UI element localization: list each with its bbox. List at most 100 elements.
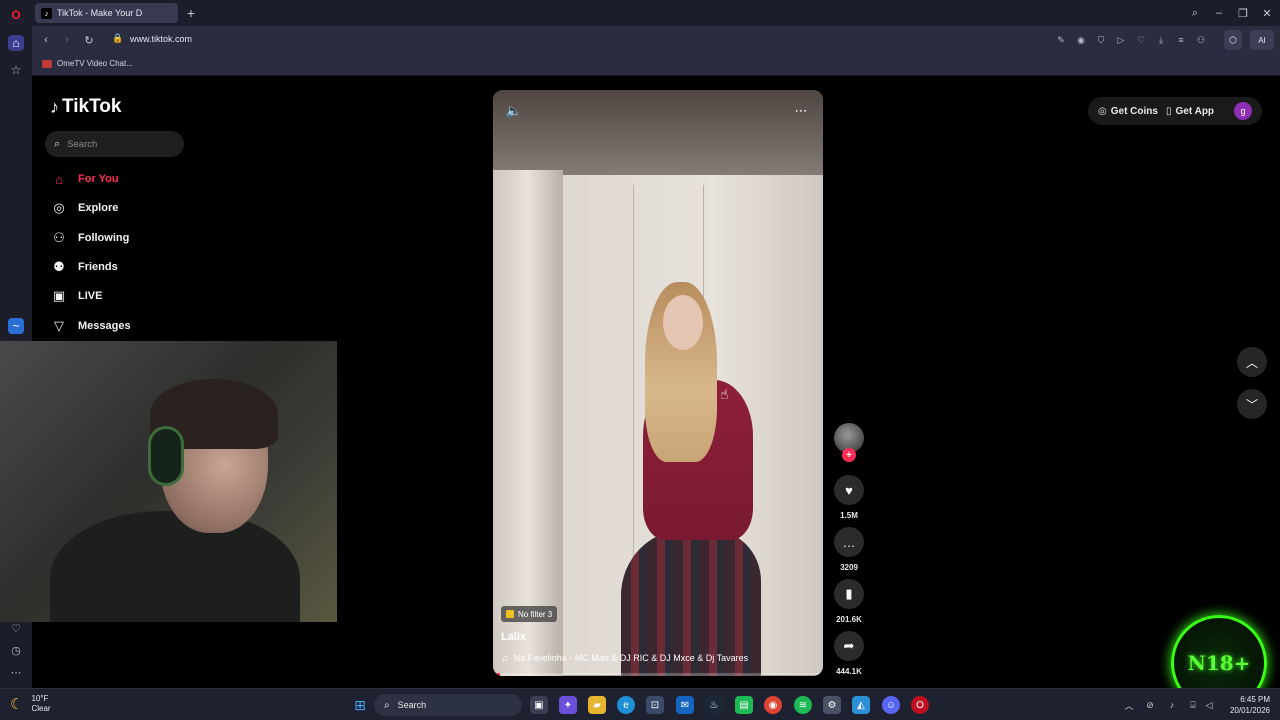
coin-icon: ◎	[1098, 105, 1107, 117]
microphone-icon[interactable]: ♪	[1165, 698, 1179, 712]
file-explorer-icon[interactable]: ▰	[588, 696, 606, 714]
like-button[interactable]: ♥	[834, 475, 864, 505]
reload-button[interactable]: ↻	[80, 31, 98, 49]
nav-friends[interactable]: ⚉ Friends	[50, 256, 118, 278]
nav-label: Messages	[78, 320, 131, 332]
taskbar-search-label: Search	[397, 700, 427, 710]
steam-icon[interactable]: ♨	[705, 696, 723, 714]
video-player[interactable]: 🔈 ⋯ No filter 3 Lalix ♫ Na Favelinha - M…	[493, 90, 823, 676]
video-author[interactable]: Lalix	[501, 631, 526, 643]
nav-label: For You	[78, 173, 119, 185]
heart-icon[interactable]: ♡	[1133, 32, 1149, 48]
video-progress-bar[interactable]	[493, 673, 823, 676]
search-icon: ⌕	[54, 137, 61, 150]
download-icon[interactable]: ⤓	[1153, 32, 1169, 48]
next-video-button[interactable]: ﹀	[1237, 389, 1267, 419]
search-tabs-icon[interactable]: ⌕	[1185, 4, 1205, 22]
spotify-icon[interactable]: ≋	[794, 696, 812, 714]
forward-button[interactable]: ›	[58, 31, 76, 49]
opera-icon[interactable]: O	[911, 696, 929, 714]
compass-icon: ◎	[53, 200, 65, 215]
heart-icon[interactable]: ♡	[8, 620, 24, 636]
moon-icon: ☾	[10, 696, 24, 713]
tab-title: TikTok - Make Your D	[57, 8, 143, 18]
close-window-button[interactable]: ✕	[1257, 4, 1277, 22]
clock[interactable]: 6:45 PM 20/01/2026	[1220, 694, 1270, 716]
profile-icon[interactable]: ⚇	[1193, 32, 1209, 48]
mail-icon[interactable]: ✉	[676, 696, 694, 714]
camera-icon[interactable]: ◉	[1073, 32, 1089, 48]
follow-button[interactable]: +	[842, 448, 856, 462]
edge-icon[interactable]: e	[617, 696, 635, 714]
share-button[interactable]: ➦	[834, 631, 864, 661]
more-icon[interactable]: ⋯	[8, 664, 24, 680]
headset-icon	[148, 426, 184, 486]
tray-chevron-icon[interactable]: ︿	[1122, 698, 1136, 712]
more-options-icon[interactable]: ⋯	[791, 102, 811, 120]
nav-explore[interactable]: ◎ Explore	[50, 197, 118, 219]
comment-button[interactable]: …	[834, 527, 864, 557]
logo-text: TikTok	[62, 96, 122, 117]
tab-tiktok[interactable]: ♪ TikTok - Make Your D	[35, 3, 178, 23]
shield-icon[interactable]: ⛉	[1093, 32, 1109, 48]
settings-icon[interactable]: ⚙	[823, 696, 841, 714]
edit-icon[interactable]: ✎	[1053, 32, 1069, 48]
restore-button[interactable]: ❐	[1233, 4, 1253, 22]
get-coins-button[interactable]: ◎ Get Coins	[1098, 100, 1158, 122]
search-input[interactable]	[67, 138, 168, 150]
get-coins-label: Get Coins	[1110, 105, 1158, 117]
nav-messages[interactable]: ▽ Messages	[50, 315, 131, 337]
store-icon[interactable]: ⊡	[646, 696, 664, 714]
ai-button[interactable]: AI	[1250, 30, 1274, 50]
live-icon: ▣	[52, 288, 66, 303]
taskbar-search[interactable]: ⌕ Search	[374, 694, 522, 716]
url-field[interactable]: www.tiktok.com	[130, 34, 192, 44]
opera-logo-icon[interactable]: O	[8, 7, 24, 23]
search-box[interactable]: ⌕	[45, 131, 184, 157]
star-icon[interactable]: ☆	[8, 62, 24, 78]
music-note-icon: ♫	[501, 653, 508, 663]
tab-bar: ♪ TikTok - Make Your D + ⌕ – ❐ ✕	[32, 0, 1280, 26]
filter-badge[interactable]: No filter 3	[501, 606, 558, 622]
get-app-button[interactable]: ▯ Get App	[1166, 100, 1214, 122]
volume-icon[interactable]: ◁	[1202, 698, 1216, 712]
network-icon[interactable]: ⌸	[1186, 698, 1200, 712]
phone-icon: ▯	[1166, 105, 1172, 117]
bookmark-ometv[interactable]: OmeTV Video Chat...	[42, 59, 133, 68]
tray-app-icon[interactable]: ⊘	[1143, 698, 1157, 712]
previous-video-button[interactable]: ︿	[1237, 347, 1267, 377]
discord-icon[interactable]: ☺	[882, 696, 900, 714]
tiktok-logo[interactable]: ♪ TikTok	[50, 96, 121, 118]
nav-live[interactable]: ▣ LIVE	[50, 285, 103, 307]
windows-taskbar: ☾ 10°F Clear ⊞ ⌕ Search ▣ ✦ ▰ e ⊡ ✉ ♨ ▤ …	[0, 688, 1280, 720]
windows-start-icon[interactable]: ⊞	[351, 696, 369, 714]
nav-following[interactable]: ⚇ Following	[50, 227, 129, 249]
app-icon[interactable]: ▤	[735, 696, 753, 714]
nav-for-you[interactable]: ⌂ For You	[50, 168, 119, 190]
play-icon[interactable]: ▷	[1113, 32, 1129, 48]
new-tab-button[interactable]: +	[182, 4, 200, 22]
tiktok-note-icon: ♪	[50, 96, 59, 117]
history-icon[interactable]: ◷	[8, 642, 24, 658]
friends-icon: ⚉	[53, 259, 65, 274]
video-music[interactable]: ♫ Na Favelinha - MC Mari & DJ RIC & DJ M…	[501, 653, 748, 663]
save-count: 201.6K	[836, 615, 862, 624]
user-avatar[interactable]: g	[1234, 102, 1252, 120]
copilot-icon[interactable]: ✦	[559, 696, 577, 714]
minimize-button[interactable]: –	[1209, 4, 1229, 22]
chrome-icon[interactable]: ◉	[764, 696, 782, 714]
filter-icon	[506, 610, 514, 618]
video-progress-fill	[493, 673, 500, 676]
get-app-label: Get App	[1175, 105, 1215, 117]
tiktok-favicon-icon: ♪	[41, 7, 52, 19]
task-view-icon[interactable]: ▣	[530, 696, 548, 714]
weather-widget[interactable]: ☾ 10°F Clear	[10, 694, 51, 714]
menu-icon[interactable]: ≡	[1173, 32, 1189, 48]
messenger-icon[interactable]: ~	[8, 318, 24, 334]
home-icon[interactable]: ⌂	[8, 35, 24, 51]
save-button[interactable]: ▮	[834, 579, 864, 609]
app-icon[interactable]: ◭	[852, 696, 870, 714]
back-button[interactable]: ‹	[37, 31, 55, 49]
volume-icon[interactable]: 🔈	[504, 102, 524, 120]
extensions-icon[interactable]: ⬡	[1224, 30, 1242, 50]
